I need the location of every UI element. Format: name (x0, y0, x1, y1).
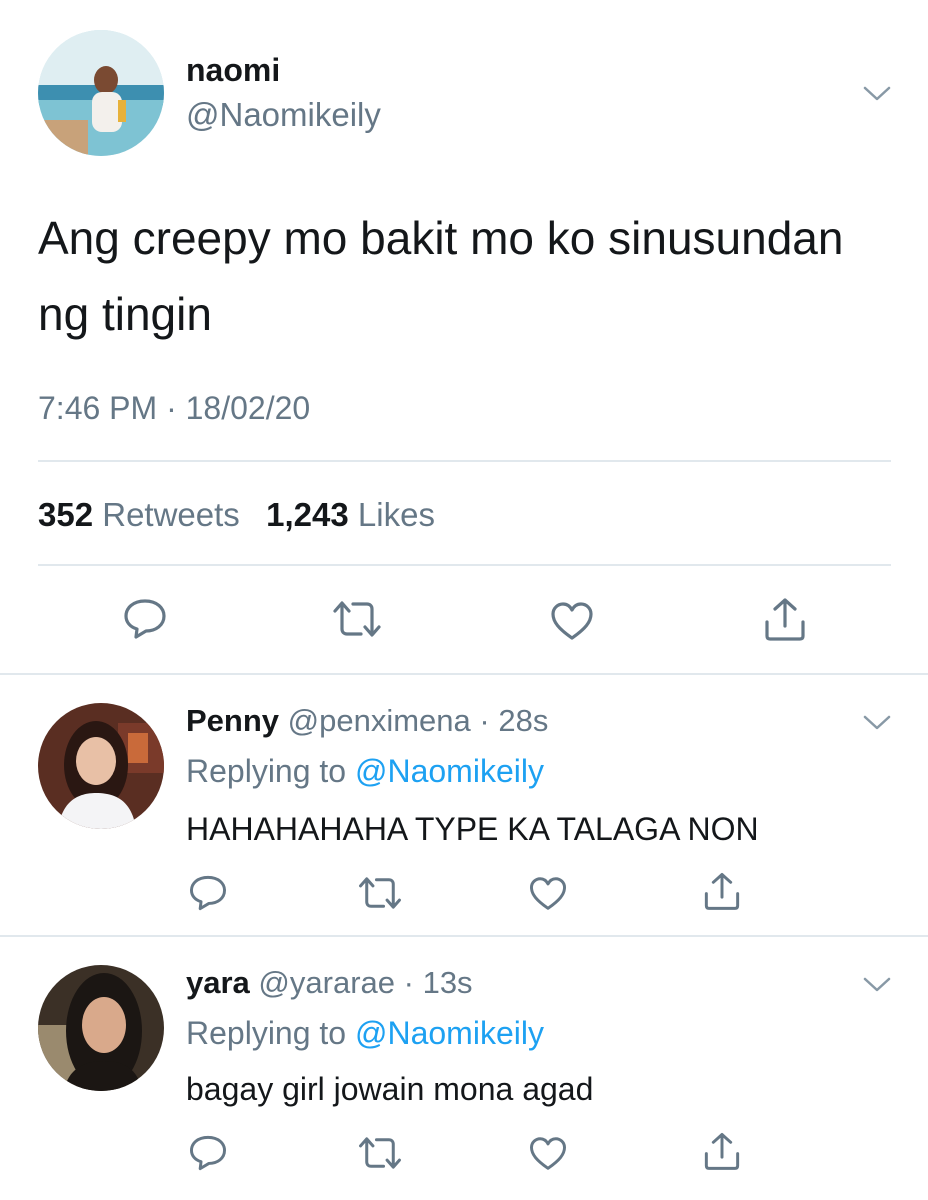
reply-tweet: yara @yararae · 13s Replying to @Naomike… (0, 937, 928, 1200)
avatar-photo (38, 965, 164, 1091)
tweet-timestamp[interactable]: 7:46 PM · 18/02/20 (38, 390, 310, 427)
retweet-icon[interactable] (357, 1135, 403, 1171)
retweet-icon[interactable] (357, 875, 403, 911)
replying-to: Replying to @Naomikeily (186, 1015, 544, 1052)
avatar[interactable] (38, 965, 164, 1091)
divider (38, 460, 891, 462)
tweet-stats: 352 Retweets 1,243 Likes (38, 496, 435, 534)
reply-icon[interactable] (122, 597, 168, 641)
avatar-photo (38, 30, 164, 156)
user-handle[interactable]: @yararae (258, 965, 395, 1000)
share-icon[interactable] (702, 871, 742, 911)
tweet-text: Ang creepy mo bakit mo ko sinusundan ng … (38, 212, 844, 340)
chevron-down-icon[interactable] (862, 713, 892, 733)
reply-icon[interactable] (188, 873, 228, 913)
user-handle[interactable]: @penximena (288, 703, 471, 738)
replying-prefix: Replying to (186, 1015, 347, 1051)
avatar[interactable] (38, 30, 164, 156)
reply-text: HAHAHAHAHA TYPE KA TALAGA NON (186, 811, 759, 847)
avatar[interactable] (38, 703, 164, 829)
like-icon[interactable] (528, 875, 568, 912)
reply-tweet: Penny @penximena · 28s Replying to @Naom… (0, 675, 928, 937)
retweet-icon[interactable] (331, 599, 383, 639)
retweets-label[interactable]: Retweets (102, 496, 240, 533)
replying-to: Replying to @Naomikeily (186, 753, 544, 790)
main-tweet: naomi @Naomikeily Ang creepy mo bakit mo… (0, 0, 928, 675)
likes-count[interactable]: 1,243 (266, 496, 349, 533)
share-icon[interactable] (702, 1131, 742, 1171)
display-name[interactable]: Penny (186, 703, 279, 738)
chevron-down-icon[interactable] (862, 84, 892, 104)
share-icon[interactable] (762, 596, 808, 642)
reply-header: yara @yararae · 13s (186, 965, 473, 1001)
reply-header: Penny @penximena · 28s (186, 703, 548, 739)
divider (38, 564, 891, 566)
display-name[interactable]: yara (186, 965, 250, 1000)
like-icon[interactable] (528, 1135, 568, 1172)
retweets-count[interactable]: 352 (38, 496, 93, 533)
mention-link[interactable]: @Naomikeily (355, 753, 544, 789)
reply-time[interactable]: · 28s (479, 703, 548, 738)
chevron-down-icon[interactable] (862, 975, 892, 995)
user-handle[interactable]: @Naomikeily (186, 96, 381, 134)
reply-icon[interactable] (188, 1133, 228, 1173)
like-icon[interactable] (549, 600, 595, 642)
display-name[interactable]: naomi (186, 52, 280, 89)
replying-prefix: Replying to (186, 753, 347, 789)
reply-time[interactable]: · 13s (404, 965, 473, 1000)
mention-link[interactable]: @Naomikeily (355, 1015, 544, 1051)
likes-label[interactable]: Likes (358, 496, 435, 533)
reply-text: bagay girl jowain mona agad (186, 1071, 594, 1107)
avatar-photo (38, 703, 164, 829)
